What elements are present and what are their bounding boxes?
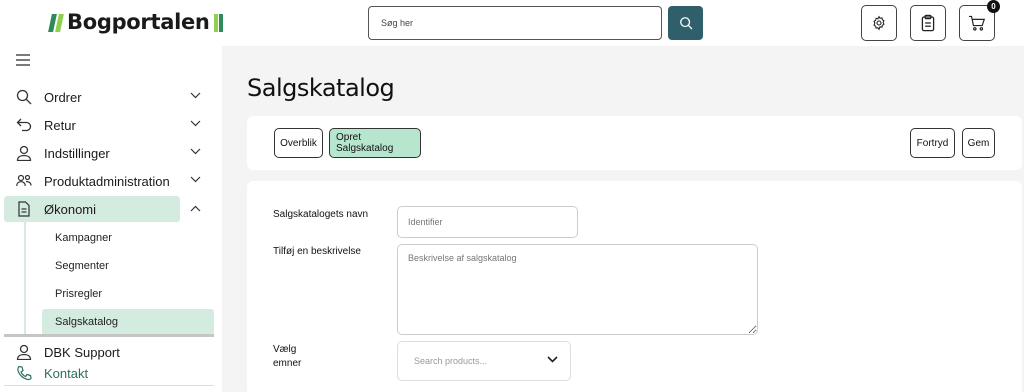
chevron-down-icon[interactable] xyxy=(190,120,201,127)
sidebar-item-label: Produktadministration xyxy=(44,173,170,189)
clipboard-icon xyxy=(921,14,935,32)
select-label-line-1: Vælg xyxy=(273,344,297,355)
gear-icon xyxy=(873,15,885,31)
sidebar-item-label: Indstillinger xyxy=(44,145,110,161)
page-title: Salgskatalog xyxy=(247,74,395,102)
main-content: Salgskatalog Overblik Opret Salgskatalog… xyxy=(222,46,1024,392)
clipboard-button[interactable] xyxy=(910,5,946,41)
create-catalog-button[interactable]: Opret Salgskatalog xyxy=(329,128,421,158)
sidebar-item-label: DBK Support xyxy=(44,344,120,360)
sidebar: Ordrer Retur Indstillinger Produktadmini… xyxy=(0,46,222,392)
top-header: Bogportalen 0 xyxy=(0,0,1024,46)
return-arrow-icon xyxy=(16,118,32,132)
sidebar-divider xyxy=(4,385,214,386)
chevron-up-icon[interactable] xyxy=(190,205,201,212)
sidebar-item-kontakt[interactable]: Kontakt xyxy=(4,360,212,386)
search-icon xyxy=(16,89,32,105)
hamburger-menu-icon[interactable] xyxy=(16,54,30,66)
name-label: Salgskatalogets navn xyxy=(273,209,369,220)
logo-mark-icon xyxy=(213,12,224,32)
sidebar-item-okonomi[interactable]: Økonomi xyxy=(4,196,180,222)
description-label: Tilføj en beskrivelse xyxy=(273,246,361,257)
catalog-name-input[interactable] xyxy=(397,206,578,238)
document-icon xyxy=(18,201,30,217)
sidebar-item-label: Retur xyxy=(44,117,76,133)
sidebar-item-ordrer[interactable]: Ordrer xyxy=(4,84,212,110)
settings-button[interactable] xyxy=(861,5,897,41)
select-label: Vælg emner xyxy=(273,343,301,371)
chevron-down-icon[interactable] xyxy=(190,148,201,155)
cancel-button[interactable]: Fortryd xyxy=(910,128,955,158)
save-button[interactable]: Gem xyxy=(962,128,995,158)
product-select-placeholder: Search products... xyxy=(414,356,488,366)
user-icon xyxy=(16,145,32,161)
chevron-down-icon xyxy=(547,356,558,363)
sidebar-item-label: Ordrer xyxy=(44,89,82,105)
user-icon xyxy=(16,344,32,360)
submenu-indicator-line xyxy=(24,222,26,334)
sidebar-item-produktadministration[interactable]: Produktadministration xyxy=(4,168,212,194)
sidebar-subitem-kampagner[interactable]: Kampagner xyxy=(42,225,214,251)
cart-icon xyxy=(969,15,986,31)
logo-text: Bogportalen xyxy=(67,10,210,34)
sidebar-divider xyxy=(4,334,214,337)
chevron-down-icon[interactable] xyxy=(190,92,201,99)
cart-count-badge: 0 xyxy=(987,0,1000,13)
search-input[interactable] xyxy=(368,6,662,40)
search-button[interactable] xyxy=(668,6,703,40)
sidebar-subitem-segmenter[interactable]: Segmenter xyxy=(42,253,214,279)
users-group-icon xyxy=(16,174,32,187)
sidebar-item-label: Økonomi xyxy=(44,201,97,217)
phone-icon xyxy=(17,365,32,381)
product-select[interactable]: Search products... xyxy=(397,341,571,381)
sidebar-item-retur[interactable]: Retur xyxy=(4,112,212,138)
catalog-form: Salgskatalogets navn Tilføj en beskrivel… xyxy=(247,181,1022,392)
sidebar-subitem-prisregler[interactable]: Prisregler xyxy=(42,281,214,307)
sidebar-item-label: Kontakt xyxy=(44,365,89,381)
select-label-line-2: emner xyxy=(273,358,302,369)
logo-mark-icon xyxy=(50,12,64,32)
sidebar-subitem-salgskatalog[interactable]: Salgskatalog xyxy=(42,309,214,335)
search-icon xyxy=(679,17,692,30)
action-toolbar: Overblik Opret Salgskatalog Fortryd Gem xyxy=(247,116,1022,170)
catalog-description-textarea[interactable] xyxy=(397,244,758,335)
chevron-down-icon[interactable] xyxy=(190,176,201,183)
sidebar-item-indstillinger[interactable]: Indstillinger xyxy=(4,140,212,166)
logo[interactable]: Bogportalen xyxy=(50,7,224,37)
overview-button[interactable]: Overblik xyxy=(274,128,323,158)
